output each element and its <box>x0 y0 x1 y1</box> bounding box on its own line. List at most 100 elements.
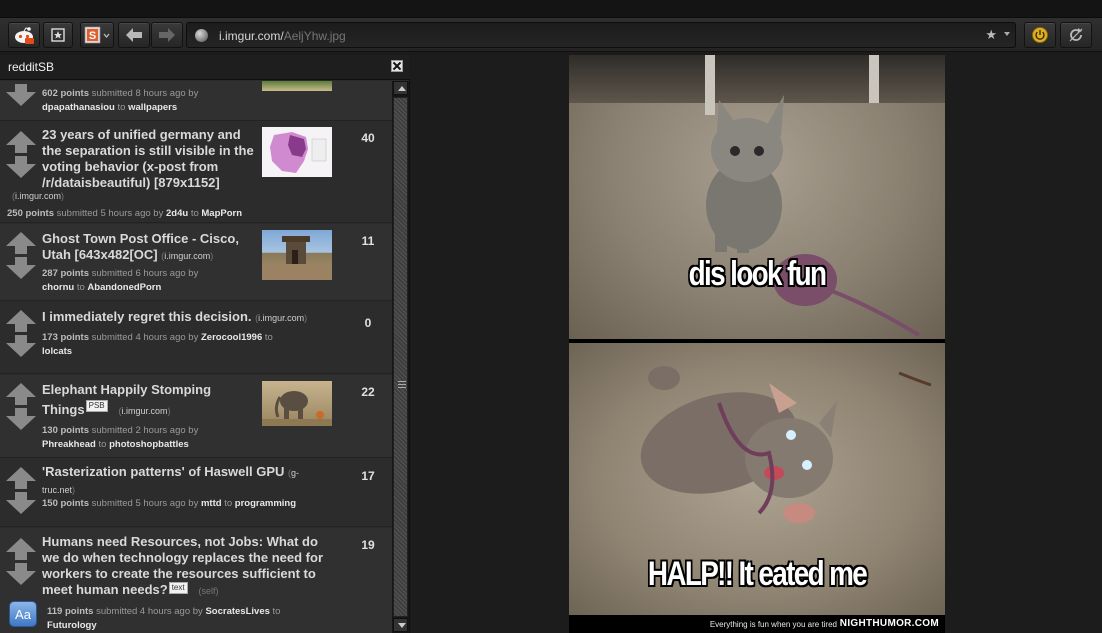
list-item[interactable]: 602 points submitted 8 hours ago by dpap… <box>0 81 392 121</box>
downvote-icon[interactable] <box>6 571 36 585</box>
upvote-stem[interactable] <box>15 324 27 332</box>
post-author[interactable]: SocratesLives <box>205 606 269 617</box>
post-title[interactable]: Elephant Happily Stomping Things PSB (i.i… <box>42 380 254 421</box>
upvote-icon[interactable] <box>6 131 36 145</box>
post-author[interactable]: mttd <box>201 498 222 509</box>
address-bar[interactable]: i.imgur.com/AeljYhw.jpg ★ <box>186 22 1016 48</box>
downvote-icon[interactable] <box>6 500 36 514</box>
bookmark-button[interactable] <box>43 22 73 48</box>
post-subreddit[interactable]: lolcats <box>42 346 72 357</box>
list-item[interactable]: 23 years of unified germany and the sepa… <box>0 121 392 223</box>
downvote-icon[interactable] <box>6 92 36 106</box>
stumble-button[interactable]: S <box>80 22 114 48</box>
power-button[interactable] <box>1024 22 1056 48</box>
list-item[interactable]: Ghost Town Post Office - Cisco, Utah [64… <box>0 224 392 301</box>
post-by: by <box>153 208 164 219</box>
url-text[interactable]: i.imgur.com/AeljYhw.jpg <box>219 29 346 43</box>
post-author[interactable]: Zerocool1996 <box>201 332 262 343</box>
post-title[interactable]: Humans need Resources, not Jobs: What do… <box>42 534 332 599</box>
meme-footer-tagline: Everything is fun when you are tired <box>709 620 837 629</box>
downvote-stem[interactable] <box>15 408 27 416</box>
downvote-icon[interactable] <box>6 164 36 178</box>
vote-arrows <box>6 467 36 514</box>
downvote-stem[interactable] <box>15 257 27 265</box>
post-title[interactable]: Ghost Town Post Office - Cisco, Utah [64… <box>42 231 254 264</box>
downvote-stem[interactable] <box>15 156 27 164</box>
upvote-stem[interactable] <box>15 397 27 405</box>
scroll-down-button[interactable] <box>393 618 408 632</box>
downvote-icon[interactable] <box>6 343 36 357</box>
sidebar-scrollbar[interactable] <box>392 81 409 633</box>
downvote-icon[interactable] <box>6 265 36 279</box>
upvote-icon[interactable] <box>6 538 36 552</box>
post-title[interactable]: 'Rasterization patterns' of Haswell GPU … <box>42 464 322 498</box>
post-subreddit[interactable]: Futurology <box>47 620 97 631</box>
post-title[interactable]: 23 years of unified germany and the sepa… <box>42 127 254 191</box>
post-author[interactable]: Phreakhead <box>42 439 96 450</box>
post-domain-text[interactable]: self <box>201 586 215 596</box>
post-meta: 250 points submitted 5 hours ago by 2d4u… <box>7 208 242 219</box>
post-subreddit[interactable]: wallpapers <box>128 102 177 113</box>
post-domain-text[interactable]: i.imgur.com <box>121 406 167 416</box>
url-dropdown-icon[interactable] <box>1004 32 1010 36</box>
downvote-icon[interactable] <box>6 416 36 430</box>
upvote-icon[interactable] <box>6 467 36 481</box>
scrollbar-thumb[interactable] <box>393 97 408 617</box>
downvote-stem[interactable] <box>15 492 27 500</box>
post-title-text[interactable]: 23 years of unified germany and the sepa… <box>42 127 254 190</box>
downvote-stem[interactable] <box>15 335 27 343</box>
comment-count[interactable]: 17 <box>354 469 382 483</box>
post-author[interactable]: dpapathanasiou <box>42 102 115 113</box>
post-author[interactable]: chornu <box>42 282 74 293</box>
post-title-text[interactable]: I immediately regret this decision. <box>42 309 252 324</box>
downvote-stem[interactable] <box>15 563 27 571</box>
post-domain-text[interactable]: i.imgur.com <box>258 313 304 323</box>
comment-count[interactable]: 11 <box>354 234 382 248</box>
reddit-alien-button[interactable] <box>8 22 40 48</box>
list-item[interactable]: Humans need Resources, not Jobs: What do… <box>0 528 392 633</box>
upvote-icon[interactable] <box>6 383 36 397</box>
list-item[interactable]: I immediately regret this decision. (i.i… <box>0 302 392 374</box>
vote-arrows <box>6 383 36 430</box>
post-points: 250 points <box>7 208 54 219</box>
post-subreddit[interactable]: programming <box>235 498 296 509</box>
post-thumbnail[interactable] <box>262 127 332 177</box>
post-title[interactable]: I immediately regret this decision. (i.i… <box>42 309 342 326</box>
downvote-stem[interactable] <box>15 84 27 92</box>
comment-count[interactable]: 22 <box>354 385 382 399</box>
upvote-icon[interactable] <box>6 310 36 324</box>
post-subreddit[interactable]: MapPorn <box>201 208 242 219</box>
comment-count[interactable]: 0 <box>354 316 382 330</box>
forward-button[interactable] <box>151 22 183 48</box>
post-subreddit[interactable]: photoshopbattles <box>109 439 189 450</box>
back-button[interactable] <box>118 22 150 48</box>
meme-image[interactable]: dis look fun HALP!! It eated me Everythi… <box>569 55 945 633</box>
comment-count[interactable]: 19 <box>354 538 382 552</box>
scroll-up-button[interactable] <box>393 81 408 95</box>
comment-count[interactable]: 40 <box>354 131 382 145</box>
post-thumbnail[interactable] <box>262 381 332 426</box>
post-subreddit[interactable]: AbandonedPorn <box>87 282 161 293</box>
grip-line <box>398 381 406 382</box>
post-title-text[interactable]: 'Rasterization patterns' of Haswell GPU <box>42 464 284 479</box>
reload-button[interactable] <box>1060 22 1092 48</box>
close-icon[interactable] <box>391 60 403 72</box>
ghost-town-thumbnail <box>262 236 332 280</box>
post-thumbnail[interactable] <box>262 230 332 280</box>
upvote-stem[interactable] <box>15 552 27 560</box>
upvote-icon[interactable] <box>6 232 36 246</box>
post-thumbnail[interactable] <box>262 81 332 91</box>
upvote-stem[interactable] <box>15 145 27 153</box>
meme-top-panel: dis look fun <box>569 55 945 339</box>
svg-text:S: S <box>89 30 96 42</box>
upvote-stem[interactable] <box>15 481 27 489</box>
upvote-stem[interactable] <box>15 246 27 254</box>
font-size-icon[interactable]: Aa <box>9 601 37 627</box>
list-item[interactable]: Elephant Happily Stomping Things PSB (i.i… <box>0 375 392 458</box>
post-domain-text[interactable]: i.imgur.com <box>15 191 61 201</box>
post-author[interactable]: 2d4u <box>166 208 188 219</box>
bookmark-star-icon[interactable]: ★ <box>985 27 997 43</box>
post-meta-line2: chornu to AbandonedPorn <box>42 282 161 293</box>
list-item[interactable]: 'Rasterization patterns' of Haswell GPU … <box>0 459 392 527</box>
post-domain-text[interactable]: i.imgur.com <box>164 251 210 261</box>
